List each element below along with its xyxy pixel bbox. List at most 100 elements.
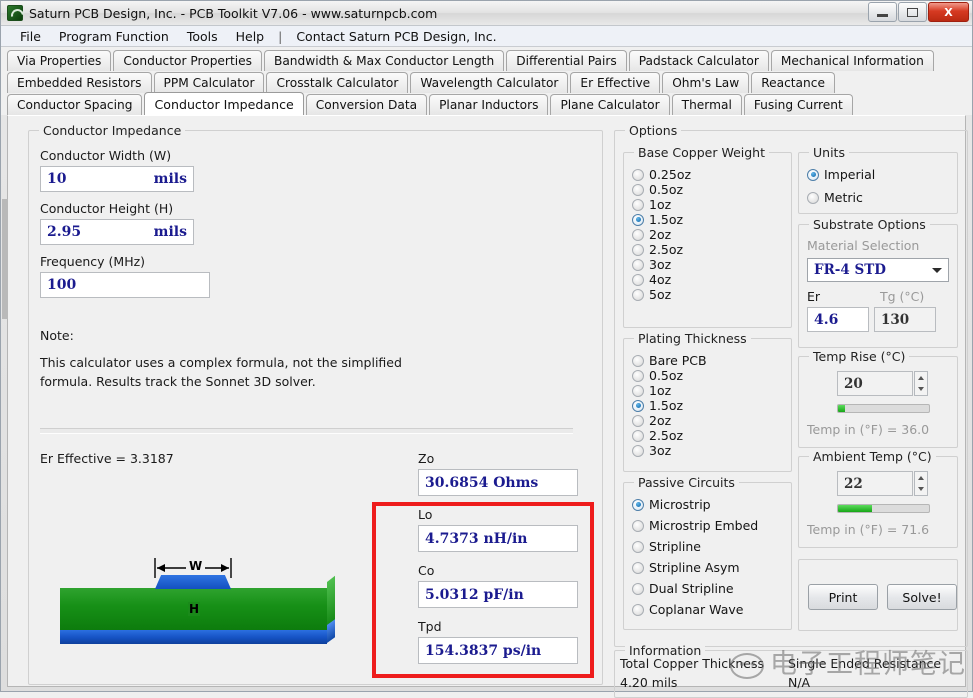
menu-help[interactable]: Help [227,29,274,44]
radio-passive-microstrip-embed[interactable]: Microstrip Embed [632,518,758,533]
co-value: 5.0312 pF/in [425,586,524,603]
ambient-temp-stepper[interactable] [914,471,928,496]
tab-via-properties[interactable]: Via Properties [7,50,112,71]
zo-label: Zo [418,451,435,466]
er-effective-readout: Er Effective = 3.3187 [40,451,174,466]
material-selection-dropdown[interactable]: FR-4 STD [807,258,949,282]
ambient-temp-slider[interactable] [837,504,930,513]
tab-differential-pairs[interactable]: Differential Pairs [506,50,627,71]
application-window: Saturn PCB Design, Inc. - PCB Toolkit V7… [0,0,973,698]
radio-label: 1.5oz [649,398,684,413]
tab-conversion-data[interactable]: Conversion Data [305,94,428,115]
app-logo-icon [7,5,23,21]
temp-rise-slider[interactable] [837,404,930,413]
radio-plating-2.5oz[interactable]: 2.5oz [632,428,683,443]
conductor-width-input[interactable]: 10 mils [40,166,194,192]
radio-plating-1oz[interactable]: 1oz [632,383,671,398]
tab-padstack-calculator[interactable]: Padstack Calculator [628,50,769,71]
tab-mechanical-information[interactable]: Mechanical Information [770,50,934,71]
radio-base-copper-2oz[interactable]: 2oz [632,227,671,242]
radio-plating-bare-pcb[interactable]: Bare PCB [632,353,707,368]
radio-plating-1.5oz[interactable]: 1.5oz [632,398,683,413]
tpd-output: 154.3837 ps/in [418,637,578,664]
tab-bandwidth-max-conductor-length[interactable]: Bandwidth & Max Conductor Length [263,50,505,71]
radio-passive-dual-stripline[interactable]: Dual Stripline [632,581,734,596]
zo-output: 30.6854 Ohms [418,469,578,496]
tab-conductor-impedance[interactable]: Conductor Impedance [144,92,304,115]
tab-ppm-calculator[interactable]: PPM Calculator [153,72,265,93]
radio-base-copper-2.5oz[interactable]: 2.5oz [632,242,683,257]
radio-passive-coplanar-wave[interactable]: Coplanar Wave [632,602,743,617]
radio-passive-stripline[interactable]: Stripline [632,539,701,554]
radio-base-copper-0.5oz[interactable]: 0.5oz [632,182,683,197]
radio-label: Bare PCB [649,353,707,368]
radio-label: 0.25oz [649,167,692,182]
options-group-label: Options [625,123,682,138]
radio-icon [632,603,644,616]
stepper-down-icon[interactable] [915,484,927,496]
minimize-button[interactable] [868,2,897,22]
single-ended-resistance-label: Single Ended Resistance [788,656,942,671]
radio-icon [632,498,644,511]
tab-plane-calculator[interactable]: Plane Calculator [550,94,670,115]
er-value: 4.6 [814,311,839,328]
menu-contact[interactable]: Contact Saturn PCB Design, Inc. [287,29,505,44]
tab-reactance[interactable]: Reactance [751,72,835,93]
print-button[interactable]: Print [808,584,878,610]
menu-file[interactable]: File [11,29,50,44]
menu-program-function[interactable]: Program Function [50,29,178,44]
radio-base-copper-5oz[interactable]: 5oz [632,287,671,302]
close-button[interactable]: X [928,2,969,22]
temp-rise-stepper[interactable] [914,371,928,396]
window-title: Saturn PCB Design, Inc. - PCB Toolkit V7… [29,5,438,21]
tab-er-effective[interactable]: Er Effective [570,72,661,93]
material-selection-value: FR-4 STD [814,262,887,278]
radio-units-imperial[interactable]: Imperial [807,167,875,182]
radio-base-copper-4oz[interactable]: 4oz [632,272,671,287]
radio-plating-0.5oz[interactable]: 0.5oz [632,368,683,383]
radio-base-copper-0.25oz[interactable]: 0.25oz [632,167,691,182]
tab-ohms-law[interactable]: Ohm's Law [662,72,750,93]
frequency-input[interactable]: 100 [40,272,210,298]
tab-conductor-spacing[interactable]: Conductor Spacing [7,94,143,115]
stepper-down-icon[interactable] [915,384,927,396]
radio-label: Imperial [824,167,876,182]
radio-base-copper-1oz[interactable]: 1oz [632,197,671,212]
stepper-up-icon[interactable] [915,472,927,484]
radio-plating-3oz[interactable]: 3oz [632,443,671,458]
solve-button[interactable]: Solve! [887,584,957,610]
tab-wavelength-calculator[interactable]: Wavelength Calculator [410,72,569,93]
left-scrollbar[interactable] [2,199,8,319]
microstrip-cross-section-diagram: W H [40,556,350,656]
tab-conductor-properties[interactable]: Conductor Properties [113,50,262,71]
tab-crosstalk-calculator[interactable]: Crosstalk Calculator [266,72,409,93]
menu-tools[interactable]: Tools [178,29,227,44]
radio-units-metric[interactable]: Metric [807,190,863,205]
substrate-options-label: Substrate Options [809,217,930,232]
tab-planar-inductors[interactable]: Planar Inductors [429,94,549,115]
ambient-temp-input[interactable]: 22 [837,471,913,496]
radio-passive-stripline-asym[interactable]: Stripline Asym [632,560,740,575]
radio-icon [632,198,644,211]
tab-thermal[interactable]: Thermal [671,94,742,115]
radio-passive-microstrip[interactable]: Microstrip [632,497,711,512]
radio-label: 4oz [649,272,672,287]
temp-rise-fahrenheit-readout: Temp in (°F) = 36.0 [807,422,930,437]
radio-plating-2oz[interactable]: 2oz [632,413,671,428]
radio-icon [632,429,644,442]
tab-embedded-resistors[interactable]: Embedded Resistors [7,72,152,93]
radio-base-copper-3oz[interactable]: 3oz [632,257,671,272]
note-line-1: This calculator uses a complex formula, … [40,355,402,370]
temp-rise-input[interactable]: 20 [837,371,913,396]
radio-label: 3oz [649,443,672,458]
stepper-up-icon[interactable] [915,372,927,384]
tab-fusing-current[interactable]: Fusing Current [743,94,853,115]
tab-row-2: Embedded Resistors PPM Calculator Crosst… [7,72,968,93]
conductor-height-input[interactable]: 2.95 mils [40,219,194,245]
maximize-button[interactable] [898,2,927,22]
radio-label: 1.5oz [649,212,684,227]
er-input[interactable]: 4.6 [807,307,869,332]
radio-icon [632,399,644,412]
radio-label: 2.5oz [649,428,684,443]
radio-base-copper-1.5oz[interactable]: 1.5oz [632,212,683,227]
